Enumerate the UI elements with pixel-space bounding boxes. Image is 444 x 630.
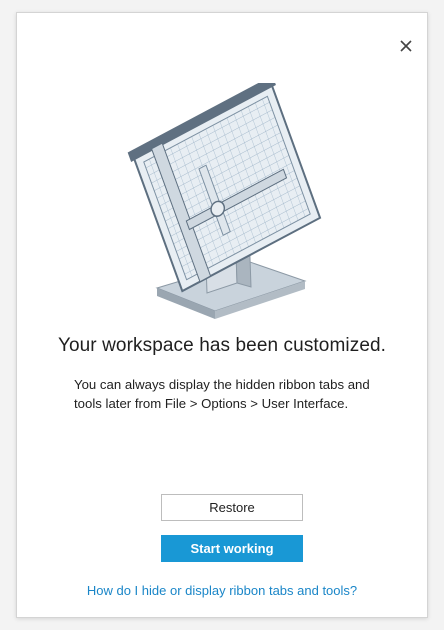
restore-button[interactable]: Restore [161, 494, 303, 521]
help-link[interactable]: How do I hide or display ribbon tabs and… [17, 583, 427, 598]
customization-dialog: Your workspace has been customized. You … [16, 12, 428, 618]
dialog-body-text: You can always display the hidden ribbon… [74, 377, 370, 411]
close-button[interactable] [395, 35, 417, 57]
drafting-table-icon [127, 83, 322, 319]
close-icon [400, 40, 412, 52]
start-working-button[interactable]: Start working [161, 535, 303, 562]
dialog-heading: Your workspace has been customized. [57, 335, 387, 356]
